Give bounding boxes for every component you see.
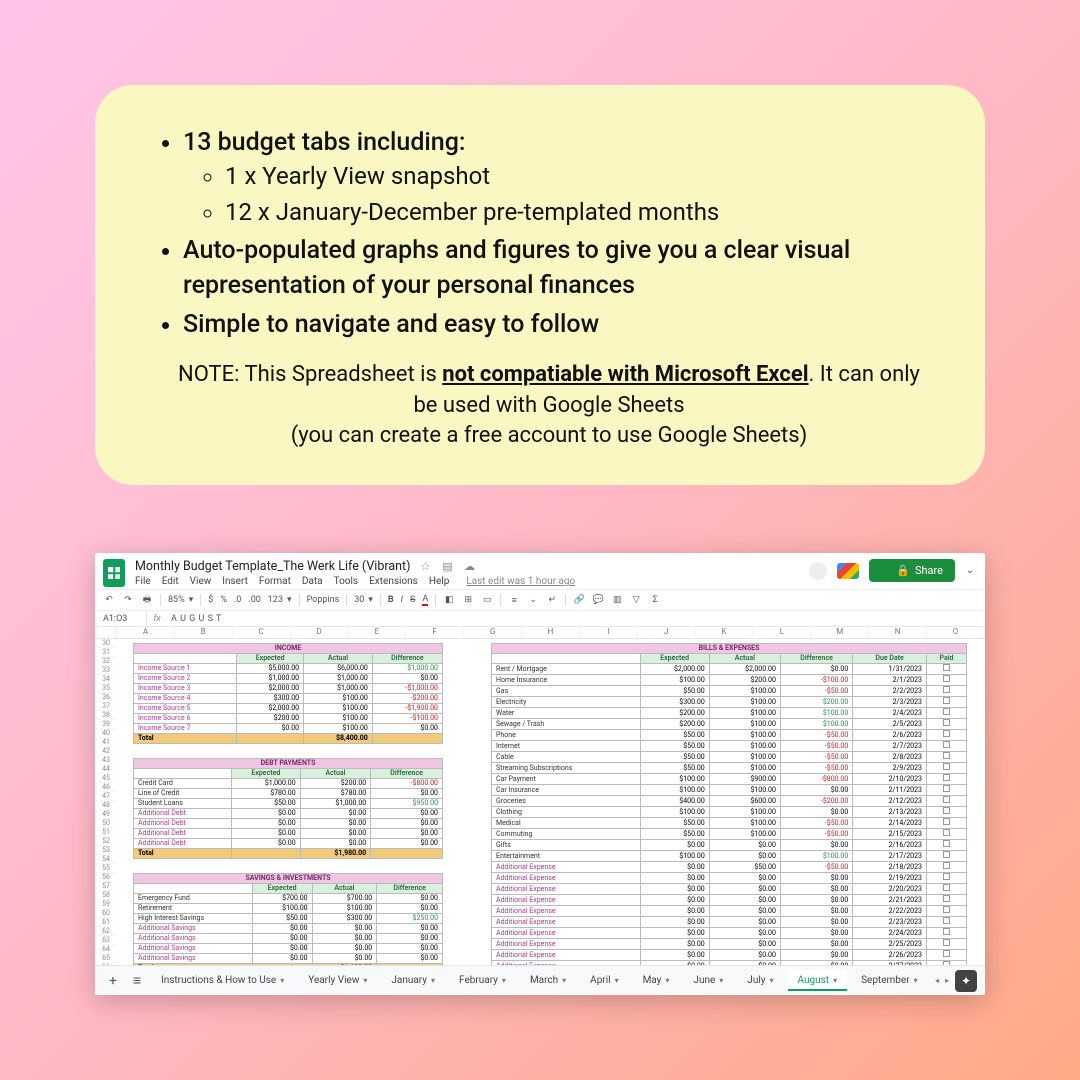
halign-icon[interactable]: ≡ [508, 594, 520, 606]
savings-table[interactable]: SAVINGS & INVESTMENTSExpectedActualDiffe… [133, 873, 443, 969]
menu-file[interactable]: File [135, 576, 151, 587]
debt-table[interactable]: DEBT PAYMENTSExpectedActualDifferenceCre… [133, 758, 443, 859]
menu-edit[interactable]: Edit [162, 576, 179, 587]
feature-card: 13 budget tabs including: 1 x Yearly Vie… [95, 85, 985, 485]
account-caret-icon[interactable]: ⌄ [965, 565, 975, 576]
scroll-right-icon[interactable]: ▸ [945, 976, 949, 985]
menu-tools[interactable]: Tools [334, 576, 358, 587]
bullet-3: Simple to navigate and easy to follow [183, 307, 925, 342]
bullet-1b: 12 x January-December pre-templated mont… [225, 196, 925, 230]
bold-button[interactable]: B [388, 595, 394, 605]
undo-icon[interactable]: ↶ [103, 594, 115, 606]
menu-data[interactable]: Data [302, 576, 323, 587]
fontsize-select[interactable]: 30 ▾ [354, 595, 373, 605]
meet-icon[interactable] [837, 563, 859, 579]
sheet-tabs: +≡Instructions & How to Use ▾Yearly View… [95, 965, 985, 995]
fill-icon[interactable]: ◧ [443, 594, 455, 606]
toolbar: ↶ ↷ 🖶 85% ▾ $ % .0 .00 123 ▾ Poppins 30 … [95, 589, 985, 611]
currency-button[interactable]: $ [208, 595, 213, 605]
sheet-tab-june[interactable]: June ▾ [683, 970, 733, 991]
row-headers[interactable]: 3031323334353637383940414243444546474849… [95, 639, 117, 969]
format-number-button[interactable]: 123 ▾ [268, 595, 292, 605]
link-icon[interactable]: 🔗 [573, 594, 585, 606]
star-icon[interactable]: ☆ [418, 560, 432, 574]
last-edit-link[interactable]: Last edit was 1 hour ago [466, 576, 575, 587]
history-icon[interactable] [809, 562, 827, 580]
note-text: NOTE: This Spreadsheet is not compatiabl… [173, 360, 925, 451]
zoom-select[interactable]: 85% ▾ [168, 595, 193, 605]
textcolor-button[interactable]: A [422, 594, 428, 606]
bullet-2: Auto-populated graphs and figures to giv… [183, 233, 925, 303]
explore-button[interactable]: ✦ [955, 970, 977, 992]
menu-format[interactable]: Format [259, 576, 291, 587]
sheet-tab-instructions-how-to-use[interactable]: Instructions & How to Use ▾ [151, 970, 294, 991]
all-sheets-button[interactable]: ≡ [127, 972, 147, 989]
sheet-tab-april[interactable]: April ▾ [580, 970, 628, 991]
menu-help[interactable]: Help [429, 576, 449, 587]
income-table[interactable]: INCOMEExpectedActualDifferenceIncome Sou… [133, 643, 443, 744]
fx-icon: fx [147, 614, 167, 624]
bullet-1a: 1 x Yearly View snapshot [225, 160, 925, 194]
column-headers[interactable]: ABCDEFGHIJKLMNO [95, 627, 985, 639]
sheet-tab-september[interactable]: September ▾ [851, 970, 928, 991]
menu-bar: File Edit View Insert Format Data Tools Extensi… [135, 576, 809, 587]
scroll-left-icon[interactable]: ◂ [935, 976, 939, 985]
add-sheet-button[interactable]: + [103, 973, 123, 989]
dec-increase-button[interactable]: .00 [248, 595, 261, 605]
google-sheets-window: Monthly Budget Template_The Werk Life (V… [95, 553, 985, 995]
functions-icon[interactable]: Σ [649, 594, 661, 606]
sheets-logo-icon [103, 559, 125, 587]
menu-extensions[interactable]: Extensions [369, 576, 418, 587]
borders-icon[interactable]: ⊞ [462, 594, 474, 606]
move-icon[interactable]: ▤ [440, 560, 454, 574]
bullet-1: 13 budget tabs including: 1 x Yearly Vie… [183, 125, 925, 229]
wrap-icon[interactable]: ↵ [546, 594, 558, 606]
valign-icon[interactable]: ⌄ [527, 594, 539, 606]
cloud-icon[interactable]: ☁ [462, 560, 476, 574]
chart-icon[interactable]: ▥ [611, 594, 623, 606]
print-icon[interactable]: 🖶 [141, 594, 153, 606]
filter-icon[interactable]: ▽ [630, 594, 642, 606]
sheet-tab-february[interactable]: February ▾ [449, 970, 516, 991]
formula-bar[interactable]: A U G U S T [167, 614, 222, 624]
doc-title[interactable]: Monthly Budget Template_The Werk Life (V… [135, 559, 410, 574]
comment-icon[interactable]: 💬 [592, 594, 604, 606]
font-select[interactable]: Poppins [307, 595, 340, 605]
percent-button[interactable]: % [220, 595, 227, 605]
name-box[interactable]: A1:O3 [95, 611, 147, 626]
sheet-tab-august[interactable]: August ▾ [788, 970, 848, 991]
sheet-tab-july[interactable]: July ▾ [737, 970, 783, 991]
sheet-tab-march[interactable]: March ▾ [520, 970, 576, 991]
redo-icon[interactable]: ↷ [122, 594, 134, 606]
sheet-tab-january[interactable]: January ▾ [381, 970, 445, 991]
dec-decrease-button[interactable]: .0 [234, 595, 241, 605]
menu-view[interactable]: View [190, 576, 212, 587]
merge-icon[interactable]: ▭ [481, 594, 493, 606]
italic-button[interactable]: I [401, 595, 403, 605]
sheet-tab-may[interactable]: May ▾ [633, 970, 680, 991]
share-button[interactable]: 🔒 Share [869, 559, 955, 582]
bullet-1-text: 13 budget tabs including: [183, 128, 465, 157]
bills-table[interactable]: BILLS & EXPENSESExpectedActualDifference… [491, 643, 967, 969]
sheet-tab-yearly-view[interactable]: Yearly View ▾ [298, 970, 377, 991]
strike-button[interactable]: S [410, 595, 415, 605]
menu-insert[interactable]: Insert [222, 576, 248, 587]
